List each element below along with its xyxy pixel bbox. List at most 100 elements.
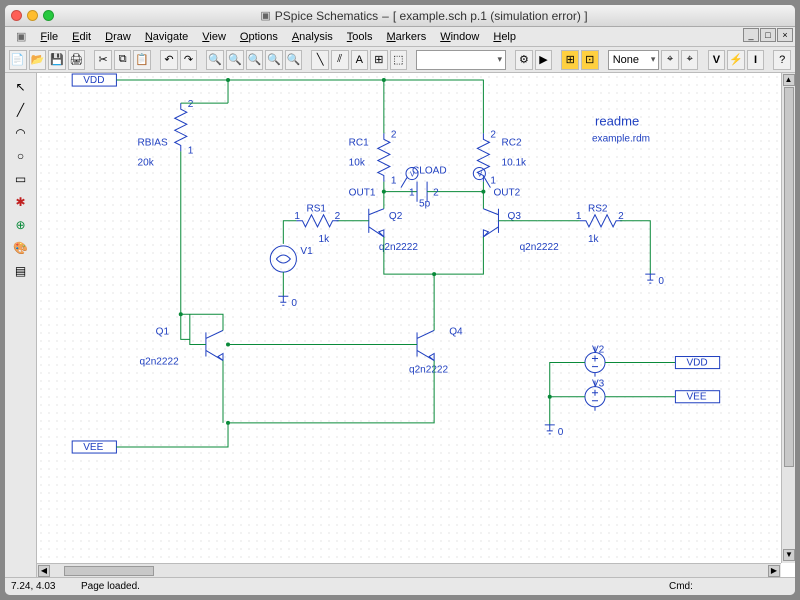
- paste-button[interactable]: 📋: [133, 50, 151, 70]
- select-tool[interactable]: ↖: [10, 77, 32, 97]
- menu-help[interactable]: Help: [486, 29, 523, 45]
- svg-text:2: 2: [433, 188, 439, 199]
- rect-tool[interactable]: ▭: [10, 169, 32, 189]
- app-menu-icon[interactable]: ▣: [9, 28, 33, 45]
- zoom-fit-button[interactable]: 🔍: [206, 50, 224, 70]
- results-button[interactable]: ⊡: [581, 50, 599, 70]
- statusbar: 7.24, 4.03 Page loaded. Cmd:: [5, 577, 795, 595]
- menu-navigate[interactable]: Navigate: [138, 29, 195, 45]
- sim-setup-button[interactable]: ⚙: [515, 50, 533, 70]
- app-icon: ▣: [260, 9, 270, 22]
- svg-text:0: 0: [658, 276, 664, 287]
- menu-analysis[interactable]: Analysis: [285, 29, 340, 45]
- cut-button[interactable]: ✂: [94, 50, 112, 70]
- line-tool[interactable]: ╱: [10, 100, 32, 120]
- redo-button[interactable]: ↷: [180, 50, 198, 70]
- svg-text:0: 0: [558, 427, 564, 438]
- marker-v-button[interactable]: ⌖: [661, 50, 679, 70]
- svg-text:20k: 20k: [138, 157, 155, 168]
- svg-text:q2n2222: q2n2222: [409, 365, 449, 376]
- close-icon[interactable]: [11, 10, 22, 21]
- menu-edit[interactable]: Edit: [65, 29, 98, 45]
- readme-file: example.rdm: [592, 133, 650, 144]
- port-vee-bottom: VEE: [83, 442, 103, 453]
- svg-text:q2n2222: q2n2222: [520, 242, 560, 253]
- menu-tools[interactable]: Tools: [340, 29, 380, 45]
- wire-button[interactable]: ╲: [311, 50, 329, 70]
- menu-window[interactable]: Window: [433, 29, 486, 45]
- zoom-icon[interactable]: [43, 10, 54, 21]
- poly-tool[interactable]: ✱: [10, 192, 32, 212]
- probe-button[interactable]: ⊞: [561, 50, 579, 70]
- svg-text:2: 2: [391, 129, 397, 140]
- text-button[interactable]: A: [351, 50, 369, 70]
- layer-selector[interactable]: None: [608, 50, 660, 70]
- part-button[interactable]: ⊞: [370, 50, 388, 70]
- undo-button[interactable]: ↶: [160, 50, 178, 70]
- svg-text:RS1: RS1: [306, 204, 326, 215]
- svg-text:0: 0: [291, 298, 297, 309]
- svg-text:V2: V2: [592, 344, 605, 355]
- svg-text:V: V: [410, 172, 415, 179]
- vmark-button[interactable]: V: [708, 50, 726, 70]
- minimize-icon[interactable]: [27, 10, 38, 21]
- svg-text:V1: V1: [300, 246, 313, 257]
- print-button[interactable]: 🖨: [68, 50, 86, 70]
- svg-text:OUT2: OUT2: [493, 188, 520, 199]
- svg-text:V: V: [477, 172, 482, 179]
- copy-button[interactable]: ⧉: [114, 50, 132, 70]
- mdi-close-icon[interactable]: ×: [777, 28, 793, 42]
- menu-view[interactable]: View: [195, 29, 233, 45]
- readme-title: readme: [595, 113, 639, 128]
- menu-markers[interactable]: Markers: [379, 29, 433, 45]
- svg-text:OUT1: OUT1: [349, 188, 376, 199]
- svg-text:2: 2: [335, 211, 341, 222]
- help-button[interactable]: ?: [773, 50, 791, 70]
- circle-tool[interactable]: ○: [10, 146, 32, 166]
- marker-i-button[interactable]: ⌖: [681, 50, 699, 70]
- svg-text:2: 2: [618, 211, 624, 222]
- svg-text:10.1k: 10.1k: [501, 157, 527, 168]
- status-cmd: Cmd:: [669, 581, 789, 592]
- mdi-minimize-icon[interactable]: _: [743, 28, 759, 42]
- run-button[interactable]: ▶: [535, 50, 553, 70]
- zoom-in-button[interactable]: 🔍: [226, 50, 244, 70]
- svg-text:1: 1: [409, 188, 415, 199]
- pin-tool[interactable]: ⊕: [10, 215, 32, 235]
- layers-tool[interactable]: ▤: [10, 261, 32, 281]
- schematic-canvas[interactable]: VDD RBIAS 20k 2 1 RC1: [37, 73, 781, 563]
- imark-button[interactable]: ⚡: [727, 50, 745, 70]
- arc-tool[interactable]: ◠: [10, 123, 32, 143]
- titlebar: ▣ PSpice Schematics – [ example.sch p.1 …: [5, 5, 795, 27]
- port-vdd-right: VDD: [686, 358, 707, 369]
- colors-tool[interactable]: 🎨: [10, 238, 32, 258]
- bus-button[interactable]: ⫽: [331, 50, 349, 70]
- svg-text:1: 1: [576, 211, 582, 222]
- attr-button[interactable]: ⬚: [390, 50, 408, 70]
- menu-file[interactable]: File: [33, 29, 65, 45]
- svg-text:Q1: Q1: [156, 326, 170, 337]
- mdi-maximize-icon[interactable]: □: [760, 28, 776, 42]
- svg-text:5p: 5p: [419, 199, 431, 210]
- new-button[interactable]: 📄: [9, 50, 27, 70]
- save-button[interactable]: 💾: [48, 50, 66, 70]
- svg-text:Q3: Q3: [508, 211, 522, 222]
- open-button[interactable]: 📂: [29, 50, 47, 70]
- part-selector[interactable]: [416, 50, 506, 70]
- tool-palette: ↖ ╱ ◠ ○ ▭ ✱ ⊕ 🎨 ▤: [5, 73, 37, 577]
- imark2-button[interactable]: I: [747, 50, 765, 70]
- svg-text:1k: 1k: [319, 234, 331, 245]
- svg-text:RBIAS: RBIAS: [138, 137, 168, 148]
- horizontal-scrollbar[interactable]: ◀ ▶: [37, 563, 781, 577]
- svg-text:1k: 1k: [588, 234, 600, 245]
- doc-title: [ example.sch p.1 (simulation error) ]: [393, 9, 588, 23]
- status-message: Page loaded.: [81, 581, 669, 592]
- zoom-area-button[interactable]: 🔍: [265, 50, 283, 70]
- vertical-scrollbar[interactable]: ▲ ▼: [781, 73, 795, 563]
- app-title: PSpice Schematics: [275, 9, 378, 23]
- menu-draw[interactable]: Draw: [98, 29, 138, 45]
- menu-options[interactable]: Options: [233, 29, 285, 45]
- svg-text:V3: V3: [592, 379, 605, 390]
- zoom-out-button[interactable]: 🔍: [246, 50, 264, 70]
- refresh-button[interactable]: 🔍: [285, 50, 303, 70]
